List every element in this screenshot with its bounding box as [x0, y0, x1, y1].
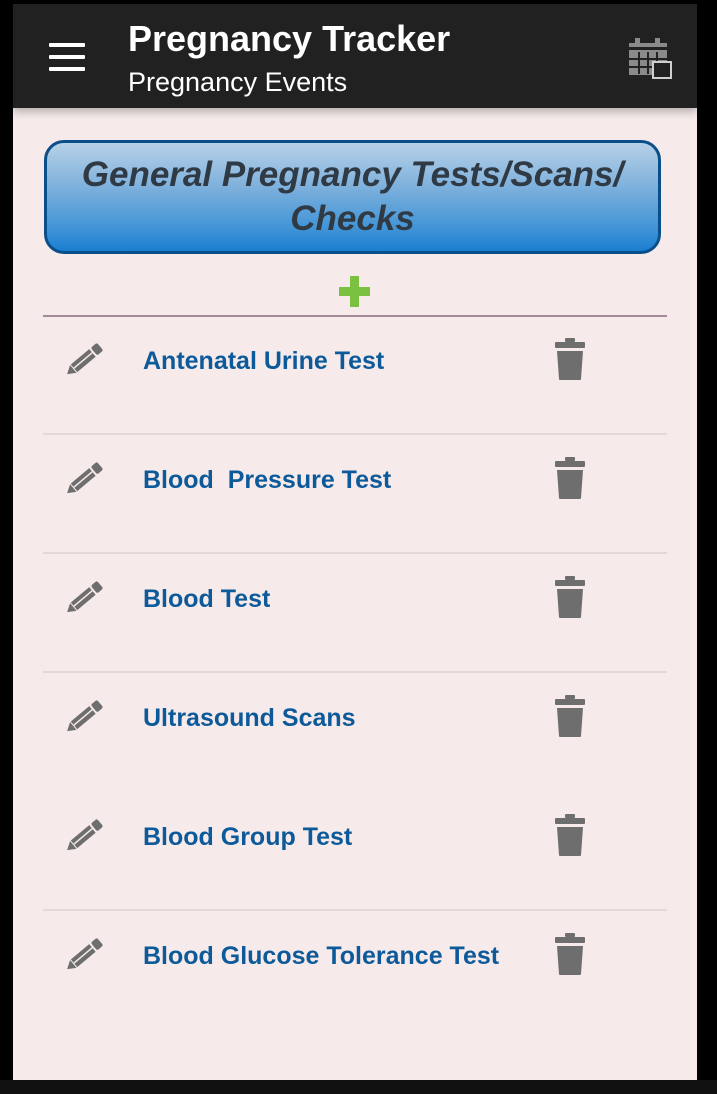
hamburger-menu-icon[interactable] [49, 43, 85, 71]
pencil-icon[interactable] [59, 337, 109, 383]
trash-icon[interactable] [553, 337, 587, 381]
plus-icon[interactable] [338, 275, 371, 308]
trash-icon[interactable] [553, 813, 587, 857]
calendar-icon[interactable] [625, 37, 675, 81]
pencil-icon[interactable] [59, 575, 109, 621]
bottom-system-bar [0, 1080, 717, 1094]
trash-icon[interactable] [553, 575, 587, 619]
event-label[interactable]: Blood Group Test [143, 823, 352, 852]
event-label[interactable]: Blood Pressure Test [143, 466, 391, 495]
pencil-icon[interactable] [59, 456, 109, 502]
event-label[interactable]: Blood Glucose Tolerance Test [143, 942, 499, 971]
event-label[interactable]: Antenatal Urine Test [143, 347, 384, 376]
row-divider [43, 552, 667, 554]
list-item: Blood Test [43, 555, 667, 673]
app-subtitle: Pregnancy Events [128, 67, 348, 97]
list-item: Blood Glucose Tolerance Test [43, 912, 667, 1030]
list-item: Blood Group Test [43, 793, 667, 911]
trash-icon[interactable] [553, 932, 587, 976]
list-item: Ultrasound Scans [43, 674, 667, 792]
row-divider [43, 433, 667, 435]
event-label[interactable]: Blood Test [143, 585, 270, 614]
pencil-icon[interactable] [59, 813, 109, 859]
trash-icon[interactable] [553, 694, 587, 738]
row-divider [43, 909, 667, 911]
pencil-icon[interactable] [59, 932, 109, 978]
section-header-button[interactable]: General Pregnancy Tests/Scans/ Checks [44, 140, 661, 254]
app-title: Pregnancy Tracker [128, 18, 451, 59]
trash-icon[interactable] [553, 456, 587, 500]
pencil-icon[interactable] [59, 694, 109, 740]
event-label[interactable]: Ultrasound Scans [143, 704, 356, 733]
list-item: Blood Pressure Test [43, 436, 667, 554]
section-title: General Pregnancy Tests/Scans/ Checks [81, 155, 624, 238]
app-bar: Pregnancy Tracker Pregnancy Events [13, 4, 697, 108]
app-screen: Pregnancy Tracker Pregnancy Events Gener… [13, 4, 697, 1080]
row-divider [43, 671, 667, 673]
list-item: Antenatal Urine Test [43, 317, 667, 435]
